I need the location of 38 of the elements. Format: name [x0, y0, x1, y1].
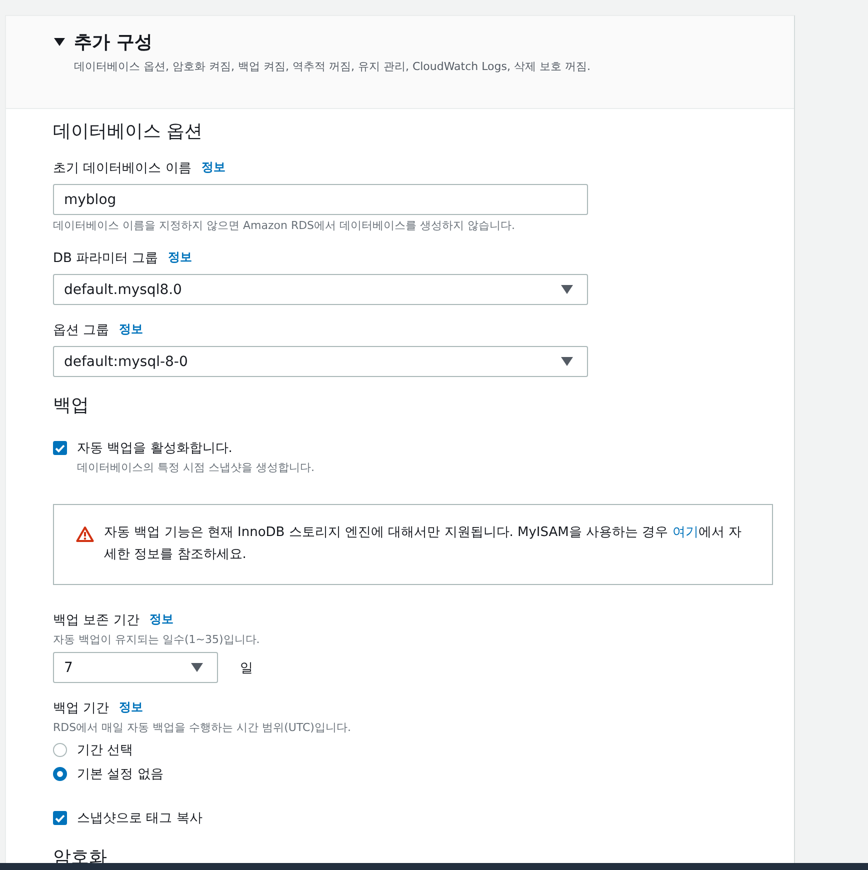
checkbox-label: 자동 백업을 활성화합니다. [77, 440, 234, 457]
checkbox-label: 스냅샷으로 태그 복사 [77, 810, 202, 827]
info-link[interactable]: 정보 [119, 699, 144, 717]
radio-button[interactable] [53, 767, 67, 781]
input-field[interactable]: myblog [53, 184, 588, 215]
field-label: 옵션 그룹 [53, 322, 110, 339]
select-field[interactable]: default.mysql8.0 [53, 274, 588, 305]
warning-text: 자동 백업 기능은 현재 InnoDB 스토리지 엔진에 대해서만 지원됩니다. MyISAM을 사용하는 경우 여기에서 자세한 정보를 참조하세요. [104, 524, 742, 564]
caret-icon [561, 357, 573, 366]
radio-label: 기간 선택 [77, 742, 134, 759]
radio-button[interactable] [53, 743, 67, 757]
link[interactable]: 여기 [672, 525, 698, 540]
radio-label: 기본 설정 없음 [77, 766, 164, 783]
field-label: 초기 데이터베이스 이름 [53, 160, 192, 177]
field-description: 자동 백업이 유지되는 일수(1~35)입니다. [53, 632, 261, 647]
unit-label: 일 [240, 660, 253, 676]
checkbox[interactable] [53, 441, 67, 455]
info-link[interactable]: 정보 [201, 159, 226, 177]
section-heading: 데이터베이스 옵션 [53, 120, 204, 143]
select-field[interactable]: default:mysql-8-0 [53, 346, 588, 377]
field-hint: 데이터베이스 이름을 지정하지 않으면 Amazon RDS에서 데이터베이스를 생성하지 않습니다. [53, 218, 516, 233]
section-summary: 데이터베이스 옵션, 암호화 켜짐, 백업 켜짐, 역추적 꺼짐, 유지 관리, CloudWatch Logs, 삭제 보호 꺼짐. [74, 59, 592, 74]
caret-icon [191, 663, 203, 672]
caret-icon [561, 285, 573, 294]
info-link[interactable]: 정보 [119, 321, 144, 339]
field-label: 백업 기간 [53, 700, 110, 717]
select-field[interactable]: 7 [53, 652, 218, 683]
info-link[interactable]: 정보 [168, 249, 192, 267]
field-label: DB 파라미터 그룹 [53, 250, 158, 267]
info-link[interactable]: 정보 [149, 611, 174, 629]
checkbox[interactable] [53, 811, 67, 825]
caret-icon [54, 37, 65, 47]
field-label: 백업 보존 기간 [53, 612, 140, 629]
warning-icon [76, 526, 94, 542]
expand-toggle[interactable]: 추가 구성 [54, 30, 152, 54]
field-description: RDS에서 매일 자동 백업을 수행하는 시간 범위(UTC)입니다. [53, 720, 352, 735]
section-heading: 백업 [53, 394, 90, 417]
checkbox-description: 데이터베이스의 특정 시점 스냅샷을 생성합니다. [77, 460, 314, 475]
